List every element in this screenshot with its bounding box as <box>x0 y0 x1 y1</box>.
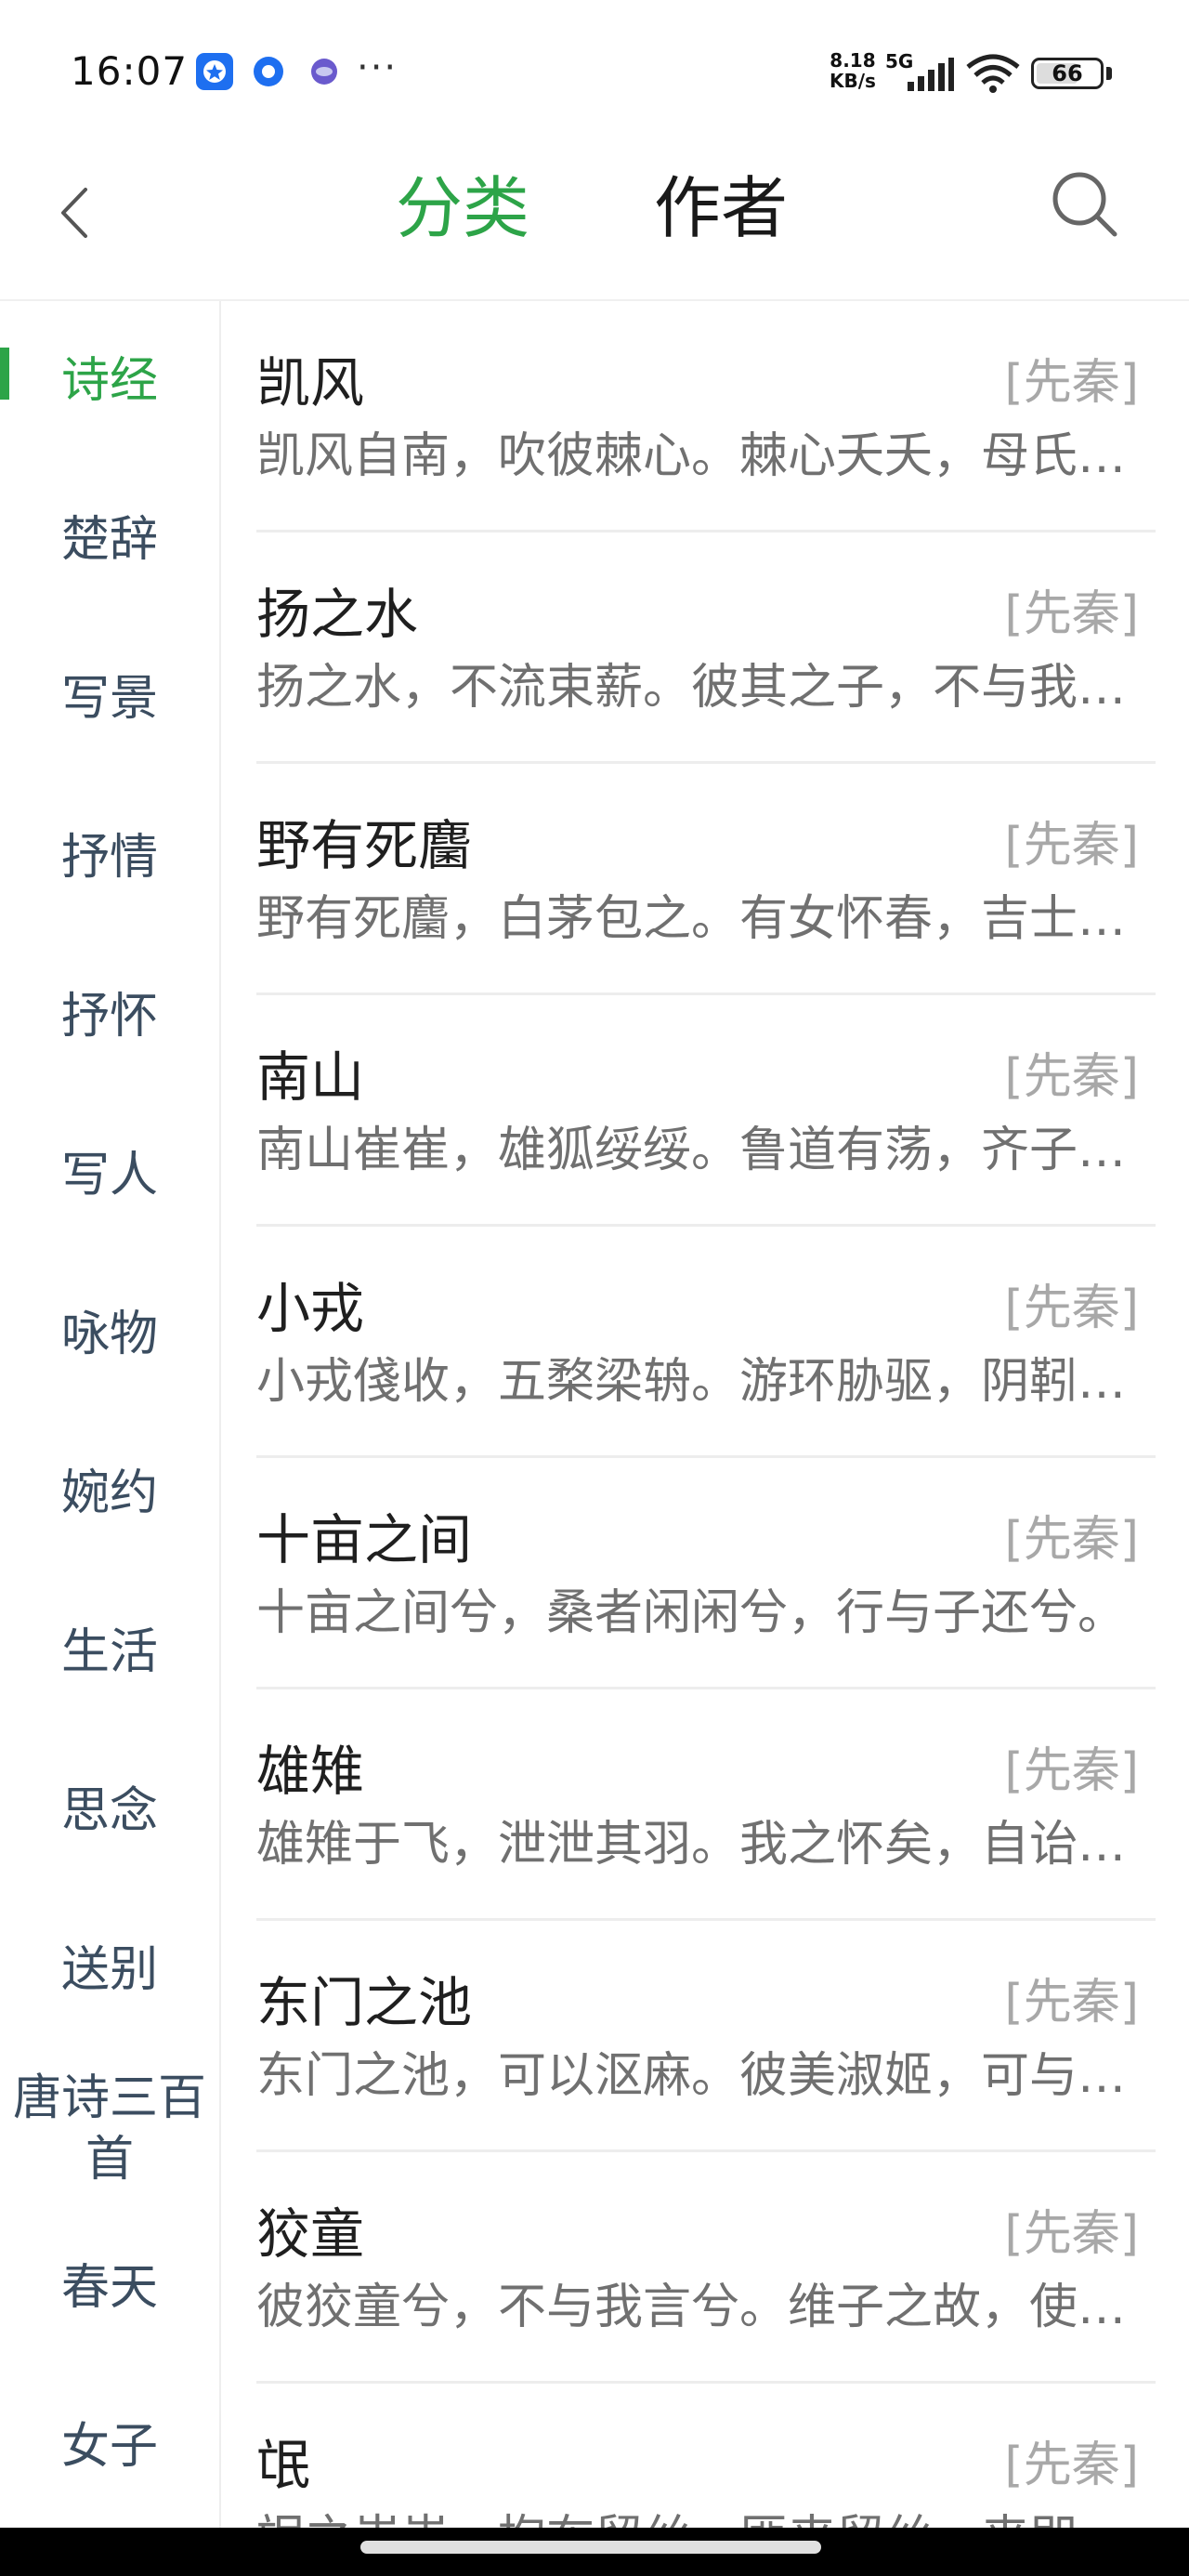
sidebar-item[interactable]: 女子 <box>0 2367 219 2526</box>
network-speed: 8.18 KB/s <box>830 49 876 92</box>
poem-list-item[interactable]: 雄雉 [先秦] 雄雉于飞，泄泄其羽。我之怀矣，自诒伊阻。 <box>256 1689 1156 1921</box>
poem-title: 南山 <box>256 1045 365 1109</box>
poem-excerpt: 雄雉于飞，泄泄其羽。我之怀矣，自诒伊阻。 <box>256 1817 1139 1873</box>
poem-dynasty: [先秦] <box>1004 2438 1139 2493</box>
notification-app-icon <box>196 53 233 90</box>
poem-list-item[interactable]: 小戎 [先秦] 小戎俴收，五楘梁辀。游环胁驱，阴靷鋈续。 <box>256 1227 1156 1458</box>
poem-excerpt: 小戎俴收，五楘梁辀。游环胁驱，阴靷鋈续。 <box>256 1354 1139 1410</box>
poem-list-item[interactable]: 南山 [先秦] 南山崔崔，雄狐绥绥。鲁道有荡，齐子由归。 <box>256 995 1156 1227</box>
category-sidebar: 诗经 楚辞 写景 抒情 抒怀 写人 咏物 婉约 生活 思念 送别 唐诗三百首 春天 女子 <box>0 301 219 2531</box>
poem-title: 凯风 <box>256 351 365 414</box>
battery-cap <box>1106 67 1112 80</box>
poem-dynasty: [先秦] <box>1004 1512 1139 1568</box>
poem-title: 东门之池 <box>256 1971 473 2034</box>
sidebar-item[interactable]: 写景 <box>0 619 219 778</box>
signal-icon <box>908 58 954 91</box>
sidebar-item[interactable]: 写人 <box>0 1096 219 1255</box>
poem-list-item[interactable]: 扬之水 [先秦] 扬之水，不流束薪。彼其之子，不与我戍申。 <box>256 532 1156 764</box>
poem-title: 十亩之间 <box>256 1508 473 1571</box>
poem-title: 氓 <box>256 2434 311 2497</box>
poem-excerpt: 南山崔崔，雄狐绥绥。鲁道有荡，齐子由归。 <box>256 1123 1139 1178</box>
sidebar-item[interactable]: 抒情 <box>0 778 219 937</box>
poem-excerpt: 野有死麕，白茅包之。有女怀春，吉士诱之。 <box>256 891 1139 947</box>
poem-dynasty: [先秦] <box>1004 2206 1139 2262</box>
active-category-indicator <box>0 348 9 400</box>
poem-list-item[interactable]: 十亩之间 [先秦] 十亩之间兮，桑者闲闲兮，行与子还兮。 <box>256 1458 1156 1689</box>
poem-title: 小戎 <box>256 1277 365 1340</box>
sidebar-item[interactable]: 思念 <box>0 1731 219 1890</box>
poem-excerpt: 彼狡童兮，不与我言兮。维子之故，使我不能餐兮。 <box>256 2280 1139 2335</box>
notification-chat-icon <box>254 57 283 86</box>
sidebar-item[interactable]: 咏物 <box>0 1255 219 1413</box>
poem-excerpt: 扬之水，不流束薪。彼其之子，不与我戍申。 <box>256 660 1139 716</box>
poem-dynasty: [先秦] <box>1004 1975 1139 2031</box>
tab-author[interactable]: 作者 <box>654 162 788 255</box>
poem-title: 扬之水 <box>256 583 419 646</box>
poem-excerpt: 凯风自南，吹彼棘心。棘心夭夭，母氏劬劳。 <box>256 428 1139 484</box>
back-icon[interactable] <box>50 180 97 245</box>
poem-list: 凯风 [先秦] 凯风自南，吹彼棘心。棘心夭夭，母氏劬劳。扬之水 [先秦] 扬之水，不流束… <box>256 301 1156 2531</box>
sidebar-item[interactable]: 送别 <box>0 1890 219 2049</box>
poem-dynasty: [先秦] <box>1004 1281 1139 1336</box>
search-icon[interactable] <box>1048 167 1122 242</box>
poem-title: 野有死麕 <box>256 814 473 877</box>
sidebar-item[interactable]: 楚辞 <box>0 460 219 619</box>
poem-dynasty: [先秦] <box>1004 1743 1139 1799</box>
sidebar-divider <box>219 301 221 2531</box>
battery-icon: 66 <box>1031 58 1104 89</box>
home-indicator[interactable] <box>360 2541 821 2554</box>
poem-list-item[interactable]: 野有死麕 [先秦] 野有死麕，白茅包之。有女怀春，吉士诱之。 <box>256 764 1156 995</box>
poem-dynasty: [先秦] <box>1004 355 1139 411</box>
wifi-icon <box>966 54 1020 93</box>
poem-list-item[interactable]: 氓[先秦]氓之蚩蚩，抱布贸丝。匪来贸丝，来即我谋。 <box>256 2384 1156 2531</box>
sidebar-item[interactable]: 春天 <box>0 2208 219 2367</box>
top-nav: 分类 作者 <box>0 139 1189 299</box>
poem-title: 狡童 <box>256 2202 365 2266</box>
sidebar-item[interactable]: 抒怀 <box>0 937 219 1096</box>
status-bar: 16:07 ··· 8.18 KB/s 5G 66 <box>0 0 1189 139</box>
poem-dynasty: [先秦] <box>1004 586 1139 642</box>
poem-excerpt: 东门之池，可以沤麻。彼美淑姬，可与晤歌。 <box>256 2048 1139 2104</box>
poem-list-item[interactable]: 凯风 [先秦] 凯风自南，吹彼棘心。棘心夭夭，母氏劬劳。 <box>256 301 1156 532</box>
sidebar-item[interactable]: 生活 <box>0 1572 219 1731</box>
poem-title: 雄雉 <box>256 1740 365 1803</box>
sidebar-item[interactable]: 婉约 <box>0 1413 219 1572</box>
poem-dynasty: [先秦] <box>1004 1049 1139 1105</box>
app-screen: 16:07 ··· 8.18 KB/s 5G 66 分类 作者 诗经 楚辞 写景… <box>0 0 1189 2576</box>
poem-dynasty: [先秦] <box>1004 818 1139 874</box>
notification-game-icon <box>311 59 337 85</box>
status-time: 16:07 <box>71 48 189 94</box>
more-notifications-icon: ··· <box>357 46 399 89</box>
poem-excerpt: 十亩之间兮，桑者闲闲兮，行与子还兮。 <box>256 1585 1127 1641</box>
poem-list-item[interactable]: 东门之池 [先秦] 东门之池，可以沤麻。彼美淑姬，可与晤歌。 <box>256 1921 1156 2152</box>
sidebar-item[interactable]: 唐诗三百首 <box>0 2049 219 2208</box>
tab-category[interactable]: 分类 <box>396 162 529 255</box>
sidebar-item[interactable]: 诗经 <box>0 301 219 460</box>
poem-list-item[interactable]: 狡童 [先秦] 彼狡童兮，不与我言兮。维子之故，使我不能餐兮。 <box>256 2152 1156 2384</box>
